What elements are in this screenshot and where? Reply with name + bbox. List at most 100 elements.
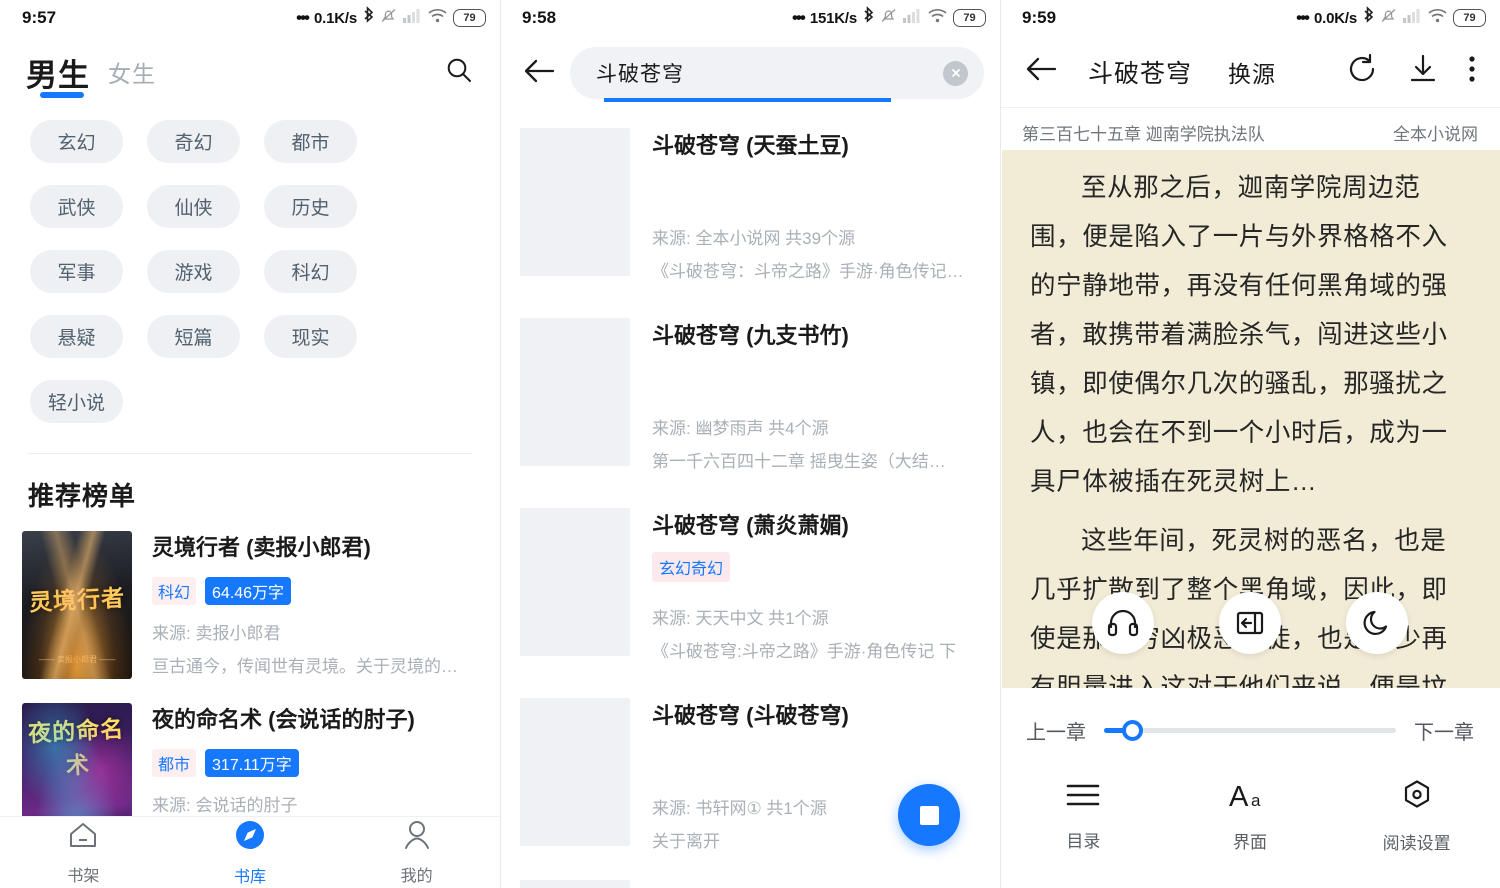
result-cover-placeholder xyxy=(520,880,630,888)
panel-separator xyxy=(500,0,501,888)
headphones-icon[interactable] xyxy=(1092,592,1155,654)
result-latest-chapter: 《斗破苍穹：斗帝之路》手游·角色传记… xyxy=(652,262,964,281)
toolbar-reading-settings-button[interactable]: 阅读设置 xyxy=(1333,766,1500,866)
table-row[interactable]: 斗破苍穹 (天蚕土豆) 来源: 全本小说网 共39个源 《斗破苍穹：斗帝之路》手… xyxy=(500,110,1000,300)
result-latest-chapter: 《斗破苍穹:斗帝之路》手游·角色传记 下 xyxy=(652,642,957,661)
result-cover-placeholder xyxy=(520,698,630,846)
toolbar-label: 目录 xyxy=(1066,831,1101,851)
category-chip-list: 玄幻 奇幻 都市 武侠 仙侠 历史 军事 游戏 科幻 悬疑 短篇 现实 轻小说 xyxy=(0,108,500,427)
prev-chapter-button[interactable]: 上一章 xyxy=(1026,716,1086,745)
signal-icon xyxy=(1402,7,1422,29)
status-bar-3: 9:59 ••• 0.0K/s 79 xyxy=(1000,0,1500,36)
chapter-progress-bar: 上一章 下一章 xyxy=(1000,700,1500,760)
bluetooth-icon xyxy=(1362,6,1375,30)
category-chip[interactable]: 仙侠 xyxy=(147,185,240,228)
category-chip[interactable]: 军事 xyxy=(30,250,123,293)
table-row[interactable] xyxy=(500,870,1000,888)
status-bar-1: 9:57 ••• 0.1K/s 79 xyxy=(0,0,500,36)
book-title: 灵境行者 (卖报小郎君) xyxy=(152,535,371,560)
result-title: 斗破苍穹 (九支书竹) xyxy=(652,323,849,348)
font-size-icon: A a xyxy=(1228,780,1272,815)
settings-hex-icon xyxy=(1401,779,1433,816)
cover-title-text: 夜的命名术 xyxy=(27,715,125,779)
panel-reader: 9:59 ••• 0.0K/s 79 斗破苍穹 换源 第三百七十五章 迦南学院执… xyxy=(1000,0,1500,888)
result-title: 斗破苍穹 (萧炎萧媚) xyxy=(652,513,849,538)
list-item[interactable]: 灵境行者 —— 卖报小郎君 —— 灵境行者 (卖报小郎君) 科幻 64.46万字… xyxy=(0,525,500,697)
search-focus-underline xyxy=(604,98,891,102)
status-time: 9:57 xyxy=(22,8,57,27)
more-vertical-icon[interactable] xyxy=(1468,54,1476,89)
page-title: 斗破苍穹 xyxy=(1088,59,1193,88)
nav-label: 书架 xyxy=(67,867,100,885)
book-genre-badge: 科幻 xyxy=(152,576,197,605)
result-source-meta: 来源: 幽梦雨声 共4个源 xyxy=(652,419,829,438)
nav-item-mine[interactable]: 我的 xyxy=(333,820,500,886)
slider-track xyxy=(1104,727,1396,733)
result-cover-placeholder xyxy=(520,128,630,276)
category-chip[interactable]: 短篇 xyxy=(147,315,240,358)
nav-label: 我的 xyxy=(400,867,433,885)
chapter-progress-slider[interactable] xyxy=(1104,719,1396,741)
search-icon[interactable] xyxy=(444,55,474,90)
category-chip[interactable]: 游戏 xyxy=(147,250,240,293)
next-chapter-button[interactable]: 下一章 xyxy=(1414,716,1474,745)
table-row[interactable]: 斗破苍穹 (萧炎萧媚) 玄幻奇幻 来源: 天天中文 共1个源 《斗破苍穹:斗帝之… xyxy=(500,490,1000,680)
category-chip[interactable]: 轻小说 xyxy=(30,380,123,423)
book-description: 亘古通今，传闻世有灵境。关于灵境的… xyxy=(152,656,458,676)
wifi-icon xyxy=(927,7,948,29)
current-chapter-source[interactable]: 全本小说网 xyxy=(1393,120,1478,145)
stop-search-button[interactable] xyxy=(898,784,960,846)
three-phone-screenshots: 9:57 ••• 0.1K/s 79 男生 女生 玄幻 奇幻 都市 武侠 仙侠 … xyxy=(0,0,1500,888)
wifi-icon xyxy=(427,7,448,29)
result-cover-placeholder xyxy=(520,508,630,656)
category-chip[interactable]: 科幻 xyxy=(264,250,357,293)
result-source-meta: 来源: 天天中文 共1个源 xyxy=(652,609,829,628)
active-tab-indicator xyxy=(40,92,84,98)
reader-paragraph: 至从那之后，迦南学院周边范围，便是陷入了一片与外界格格不入的宁静地带，再没有任何… xyxy=(1030,174,1448,496)
category-chip[interactable]: 武侠 xyxy=(30,185,123,228)
category-chip[interactable]: 现实 xyxy=(264,315,357,358)
result-source-meta: 来源: 全本小说网 共39个源 xyxy=(652,229,856,248)
result-title: 斗破苍穹 (天蚕土豆) xyxy=(652,133,849,158)
bluetooth-icon xyxy=(862,6,875,30)
nav-label: 书库 xyxy=(234,868,267,886)
battery-indicator: 79 xyxy=(953,9,986,27)
battery-indicator: 79 xyxy=(1453,9,1486,27)
person-icon xyxy=(401,820,433,855)
current-chapter-name: 第三百七十五章 迦南学院执法队 xyxy=(1022,124,1265,144)
category-chip[interactable]: 奇幻 xyxy=(147,120,240,163)
result-genre-badge: 玄幻奇幻 xyxy=(652,552,731,582)
cover-sub-text: —— 卖报小郎君 —— xyxy=(38,655,116,664)
arrow-left-icon[interactable] xyxy=(1024,55,1058,88)
moon-night-mode-icon[interactable] xyxy=(1345,592,1408,654)
slider-knob[interactable] xyxy=(1122,719,1143,741)
toolbar-catalog-button[interactable]: 目录 xyxy=(1000,766,1167,866)
signal-icon xyxy=(402,7,422,29)
arrow-left-icon[interactable] xyxy=(522,57,556,90)
category-chip[interactable]: 悬疑 xyxy=(30,315,123,358)
mute-bell-icon xyxy=(1380,7,1397,30)
clear-circle-icon[interactable] xyxy=(943,60,968,86)
change-source-button[interactable]: 换源 xyxy=(1228,55,1276,89)
tab-male[interactable]: 男生 xyxy=(26,50,90,95)
network-speed: 0.0K/s xyxy=(1314,9,1357,27)
search-input-value[interactable]: 斗破苍穹 xyxy=(596,58,943,88)
toolbar-interface-button[interactable]: A a 界面 xyxy=(1167,766,1334,866)
download-icon[interactable] xyxy=(1408,53,1438,90)
category-chip[interactable]: 玄幻 xyxy=(30,120,123,163)
tab-female[interactable]: 女生 xyxy=(108,55,156,89)
category-chip[interactable]: 历史 xyxy=(264,185,357,228)
refresh-icon[interactable] xyxy=(1346,53,1378,90)
nav-item-bookshelf[interactable]: 书架 xyxy=(0,820,167,886)
network-speed: 151K/s xyxy=(809,9,857,27)
table-row[interactable]: 斗破苍穹 (九支书竹) 来源: 幽梦雨声 共4个源 第一千六百四十二章 摇曳生姿… xyxy=(500,300,1000,490)
search-header: 斗破苍穹 xyxy=(500,36,1000,110)
bluetooth-icon xyxy=(362,6,375,30)
category-chip[interactable]: 都市 xyxy=(264,120,357,163)
search-input[interactable]: 斗破苍穹 xyxy=(570,47,984,99)
network-speed: 0.1K/s xyxy=(314,9,357,27)
auto-page-icon[interactable] xyxy=(1218,592,1281,654)
status-bar-2: 9:58 ••• 151K/s 79 xyxy=(500,0,1000,36)
svg-text:A: A xyxy=(1229,781,1249,810)
nav-item-library[interactable]: 书库 xyxy=(167,819,334,887)
